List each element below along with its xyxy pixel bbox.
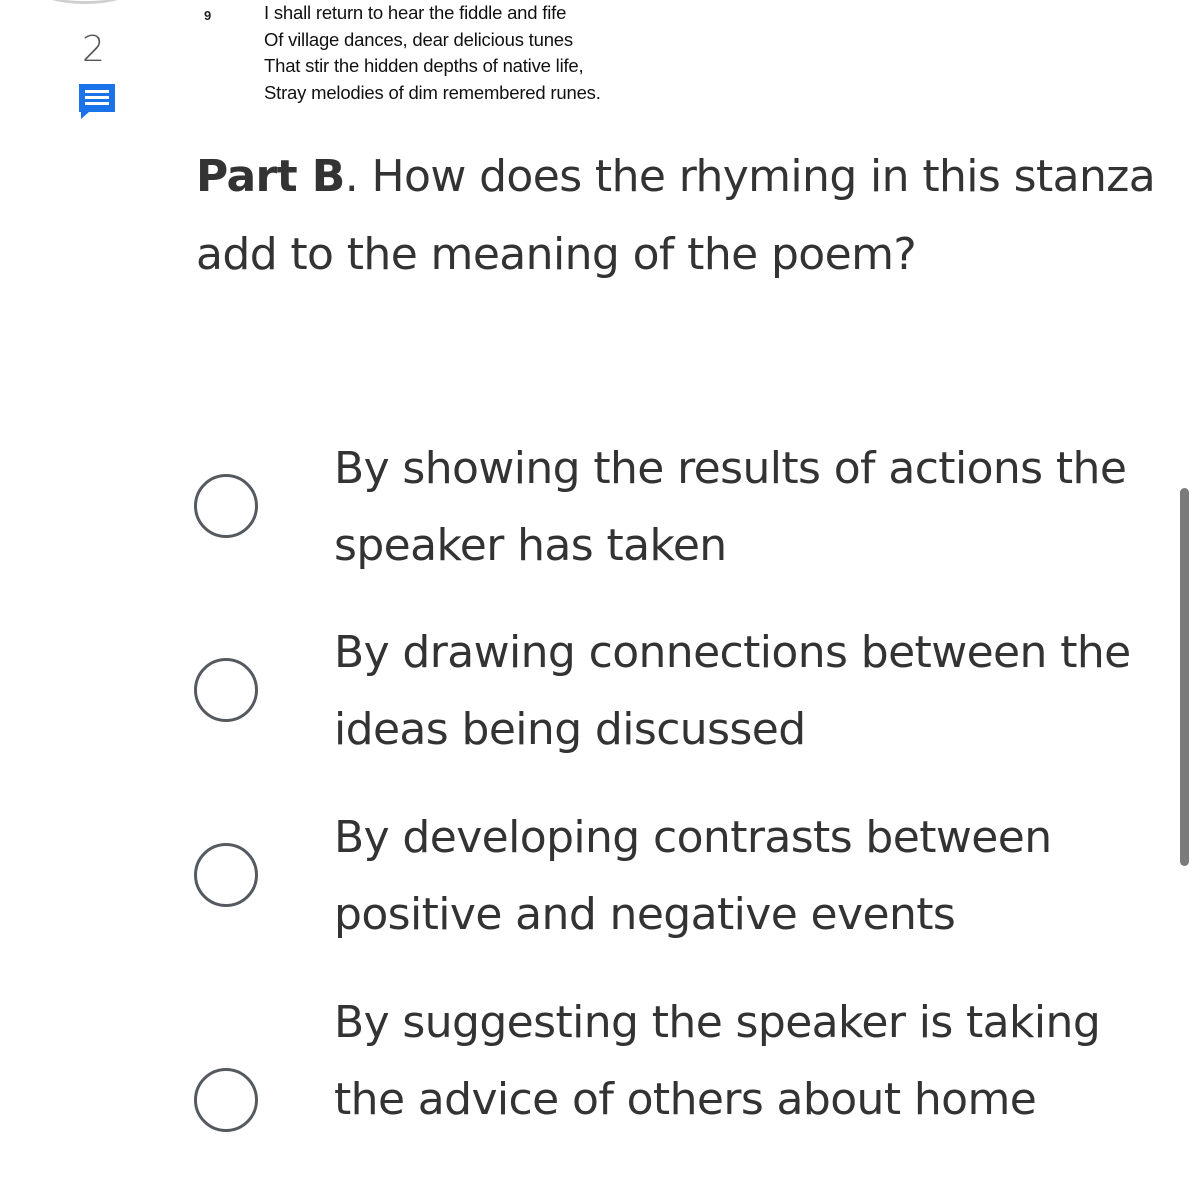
poem-line-number: 9	[204, 8, 212, 23]
question-number: 2	[82, 29, 105, 70]
poem-line: Of village dances, dear delicious tunes	[264, 28, 573, 50]
radio-icon[interactable]	[194, 843, 258, 907]
scrollbar-thumb[interactable]	[1180, 488, 1189, 866]
answer-option-label[interactable]: By developing contrasts between positive…	[334, 799, 1164, 953]
note-icon[interactable]	[77, 82, 117, 120]
answer-option-label[interactable]: By suggesting the speaker is taking the …	[334, 984, 1164, 1138]
answer-option-label[interactable]: By showing the results of actions the sp…	[334, 430, 1164, 584]
top-decoration	[40, 0, 130, 4]
question-prompt: Part B. How does the rhyming in this sta…	[196, 138, 1156, 294]
poem-line: Stray melodies of dim remembered runes.	[264, 81, 601, 103]
radio-icon[interactable]	[194, 658, 258, 722]
answer-option-label[interactable]: By drawing connections between the ideas…	[334, 614, 1164, 768]
radio-icon[interactable]	[194, 474, 258, 538]
poem-excerpt: I shall return to hear the fiddle and fi…	[264, 0, 601, 106]
radio-icon[interactable]	[194, 1068, 258, 1132]
poem-line: That stir the hidden depths of native li…	[264, 55, 584, 76]
poem-line: I shall return to hear the fiddle and fi…	[264, 2, 567, 23]
question-part-label: Part B	[196, 151, 345, 202]
